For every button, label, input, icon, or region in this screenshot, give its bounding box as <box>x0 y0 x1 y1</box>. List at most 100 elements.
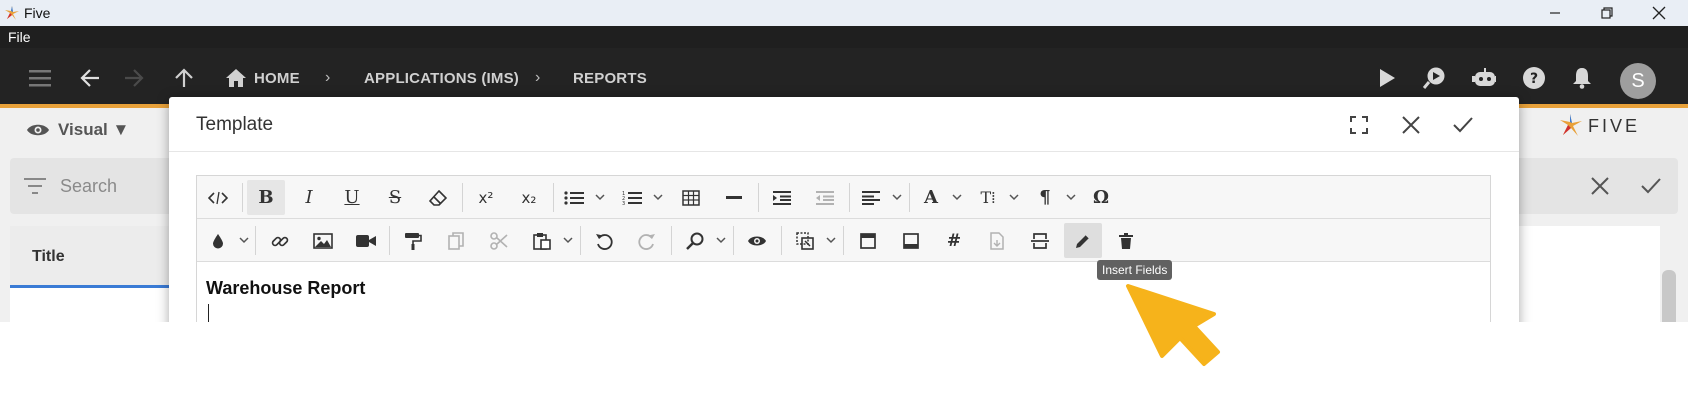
close-icon <box>1402 116 1420 134</box>
close-window-button[interactable] <box>1636 0 1682 26</box>
indent-icon <box>773 190 791 205</box>
header-button[interactable] <box>849 223 887 258</box>
application-window: Five File HOME › APPLICATIONS (IMS) › RE… <box>0 0 1688 322</box>
five-logo-icon <box>5 6 19 20</box>
delete-button[interactable] <box>1107 223 1145 258</box>
indent-button[interactable] <box>763 180 801 215</box>
debug-run-button[interactable] <box>1423 66 1447 90</box>
chevron-down-icon[interactable] <box>951 191 963 203</box>
forward-button[interactable] <box>122 66 146 90</box>
numbered-list-button[interactable]: 123 <box>613 180 651 215</box>
chevron-down-icon[interactable] <box>652 191 664 203</box>
dialog-save-button[interactable] <box>1449 111 1477 139</box>
dialog-header: Template <box>169 97 1519 152</box>
search-input[interactable]: Search <box>60 176 117 197</box>
image-button[interactable] <box>304 223 342 258</box>
select-all-button[interactable] <box>786 223 824 258</box>
chevron-down-icon[interactable] <box>1008 191 1020 203</box>
chevron-down-icon[interactable] <box>238 234 250 246</box>
brand-text: FIVE <box>1588 116 1640 136</box>
redo-button[interactable] <box>628 223 666 258</box>
bullet-list-button[interactable] <box>555 180 593 215</box>
superscript-button[interactable]: x² <box>467 180 505 215</box>
link-button[interactable] <box>261 223 299 258</box>
breadcrumb-reports[interactable]: REPORTS <box>573 70 647 87</box>
toolbar-separator <box>758 183 759 212</box>
breadcrumb-home-icon-wrap[interactable] <box>224 66 248 90</box>
chevron-down-icon[interactable] <box>562 234 574 246</box>
fullscreen-button[interactable] <box>1345 111 1373 139</box>
cursor-pointer-icon <box>1126 284 1220 366</box>
clear-search-button[interactable] <box>1590 176 1610 201</box>
outdent-icon <box>816 190 834 205</box>
format-painter-button[interactable] <box>394 223 432 258</box>
font-family-button[interactable]: A <box>912 180 950 215</box>
paste-button[interactable] <box>523 223 561 258</box>
undo-button[interactable] <box>585 223 623 258</box>
search-play-icon <box>1423 67 1445 89</box>
run-button[interactable] <box>1375 66 1399 90</box>
subscript-button[interactable]: x₂ <box>510 180 548 215</box>
document-heading[interactable]: Warehouse Report <box>206 278 365 299</box>
horizontal-rule-button[interactable] <box>715 180 753 215</box>
code-view-button[interactable] <box>199 180 237 215</box>
column-title: Title <box>32 248 65 265</box>
file-menu[interactable]: File <box>8 29 31 45</box>
restore-button[interactable] <box>1584 0 1630 26</box>
italic-button[interactable]: I <box>290 180 328 215</box>
chat-bot-button[interactable] <box>1472 66 1496 90</box>
avatar[interactable]: S <box>1620 63 1656 99</box>
insert-fields-button[interactable] <box>1064 223 1102 258</box>
view-selector[interactable]: Visual ▼ <box>26 120 129 140</box>
chevron-down-icon[interactable] <box>825 234 837 246</box>
undo-icon <box>596 233 613 250</box>
remove-format-button[interactable] <box>419 180 457 215</box>
table-button[interactable] <box>672 180 710 215</box>
underline-button[interactable]: U <box>333 180 371 215</box>
bold-button[interactable]: B <box>247 180 285 215</box>
confirm-search-button[interactable] <box>1640 176 1662 201</box>
footer-button[interactable] <box>892 223 930 258</box>
select-all-icon <box>796 231 814 250</box>
special-character-button[interactable]: Ω <box>1082 180 1120 215</box>
toolbar-separator <box>242 183 243 212</box>
video-button[interactable] <box>347 223 385 258</box>
find-replace-button[interactable] <box>676 223 714 258</box>
help-icon: ? <box>1523 67 1545 89</box>
minimize-button[interactable] <box>1532 0 1578 26</box>
scrollbar[interactable] <box>1662 270 1676 322</box>
link-icon <box>271 236 289 246</box>
preview-button[interactable] <box>738 223 776 258</box>
help-button[interactable]: ? <box>1522 66 1546 90</box>
toolbar-separator <box>462 183 463 212</box>
cut-button[interactable] <box>480 223 518 258</box>
breadcrumb-applications[interactable]: APPLICATIONS (IMS) <box>364 70 519 87</box>
chevron-down-icon[interactable] <box>715 234 727 246</box>
code-icon <box>208 191 228 204</box>
page-break-button[interactable] <box>1021 223 1059 258</box>
up-button[interactable] <box>172 66 196 90</box>
chevron-down-icon[interactable] <box>891 191 903 203</box>
search-icon <box>686 232 704 250</box>
copy-button[interactable] <box>437 223 475 258</box>
hamburger-menu-button[interactable] <box>28 66 52 90</box>
outdent-button[interactable] <box>806 180 844 215</box>
arrow-up-icon <box>175 68 193 87</box>
font-size-button[interactable]: T⁞ <box>969 180 1007 215</box>
strikethrough-icon: S <box>388 187 402 208</box>
export-button[interactable] <box>978 223 1016 258</box>
dialog-close-button[interactable] <box>1397 111 1425 139</box>
align-button[interactable] <box>852 180 890 215</box>
notifications-button[interactable] <box>1570 66 1594 90</box>
text-color-button[interactable] <box>199 223 237 258</box>
editor-toolbar-row-1: B I U S x² x₂ 123 A T⁞ ¶ Ω <box>197 176 1490 219</box>
paragraph-style-button[interactable]: ¶ <box>1026 180 1064 215</box>
chevron-down-icon[interactable] <box>594 191 606 203</box>
arrow-left-icon <box>80 69 99 87</box>
strikethrough-button[interactable]: S <box>376 180 414 215</box>
breadcrumb-home[interactable]: HOME <box>254 70 300 87</box>
back-button[interactable] <box>78 66 102 90</box>
chevron-down-icon[interactable] <box>1065 191 1077 203</box>
page-number-button[interactable]: # <box>935 223 973 258</box>
toolbar-separator <box>553 183 554 212</box>
